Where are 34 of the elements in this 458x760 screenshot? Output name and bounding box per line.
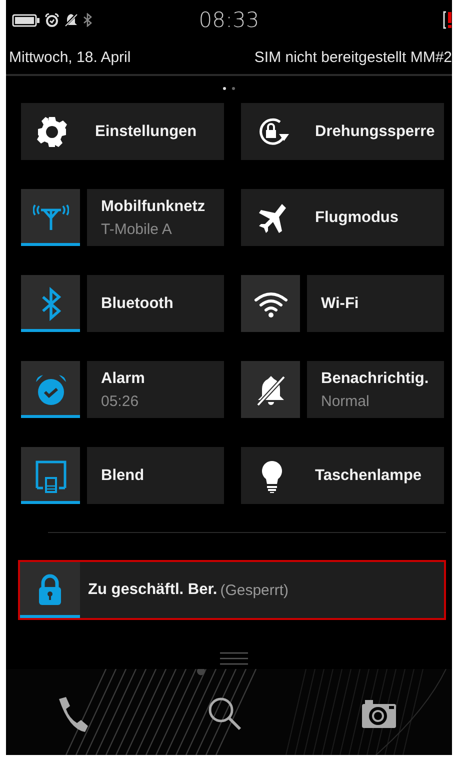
toggle-button[interactable] (21, 447, 80, 504)
quick-setting-tile[interactable]: Alarm 05:26 (87, 361, 224, 418)
toggle-button[interactable] (21, 275, 80, 332)
camera-icon[interactable] (361, 699, 397, 729)
alarm-clock-icon (45, 13, 59, 27)
page-dot[interactable] (223, 86, 226, 90)
lock-status: (Gesperrt) (220, 582, 289, 598)
toggle-button[interactable] (21, 189, 80, 246)
quick-setting-tile[interactable]: Taschenlampe (241, 447, 444, 504)
work-space-bar[interactable]: Zu geschäftl. Ber. (Gesperrt) (18, 560, 446, 620)
padlock-icon (37, 574, 63, 606)
quick-setting-tile[interactable]: Einstellungen (21, 103, 224, 160)
toggle-button[interactable] (21, 361, 80, 418)
toggle-button[interactable] (241, 361, 300, 418)
toggle-button[interactable] (241, 275, 300, 332)
quick-setting-tile[interactable]: Blend (87, 447, 224, 504)
page-dot[interactable] (232, 86, 235, 90)
toggle-button[interactable] (20, 562, 80, 618)
work-space-label: Zu geschäftl. Ber. (88, 581, 218, 599)
alert-icon (443, 11, 452, 29)
quick-setting-tile[interactable]: Benachrichtig. Normal (307, 361, 444, 418)
clock-time: 08:33 (198, 8, 260, 32)
quick-setting-tile[interactable]: Mobilfunknetz T-Mobile A (87, 189, 224, 246)
date-text: Mittwoch, 18. April (9, 48, 131, 66)
quick-setting-tile[interactable]: Flugmodus (241, 189, 444, 246)
quick-setting-tile[interactable]: Drehungssperre (241, 103, 444, 160)
quick-setting-tile[interactable]: Wi-Fi (307, 275, 444, 332)
quick-setting-tile[interactable]: Bluetooth (87, 275, 224, 332)
carrier-status: SIM nicht bereitgestellt MM#2 (254, 48, 452, 66)
muted-bell-icon (64, 13, 78, 27)
battery-icon (12, 14, 40, 26)
drag-handle-icon[interactable] (220, 652, 248, 665)
search-icon[interactable] (206, 696, 242, 732)
bluetooth-icon (83, 13, 92, 27)
